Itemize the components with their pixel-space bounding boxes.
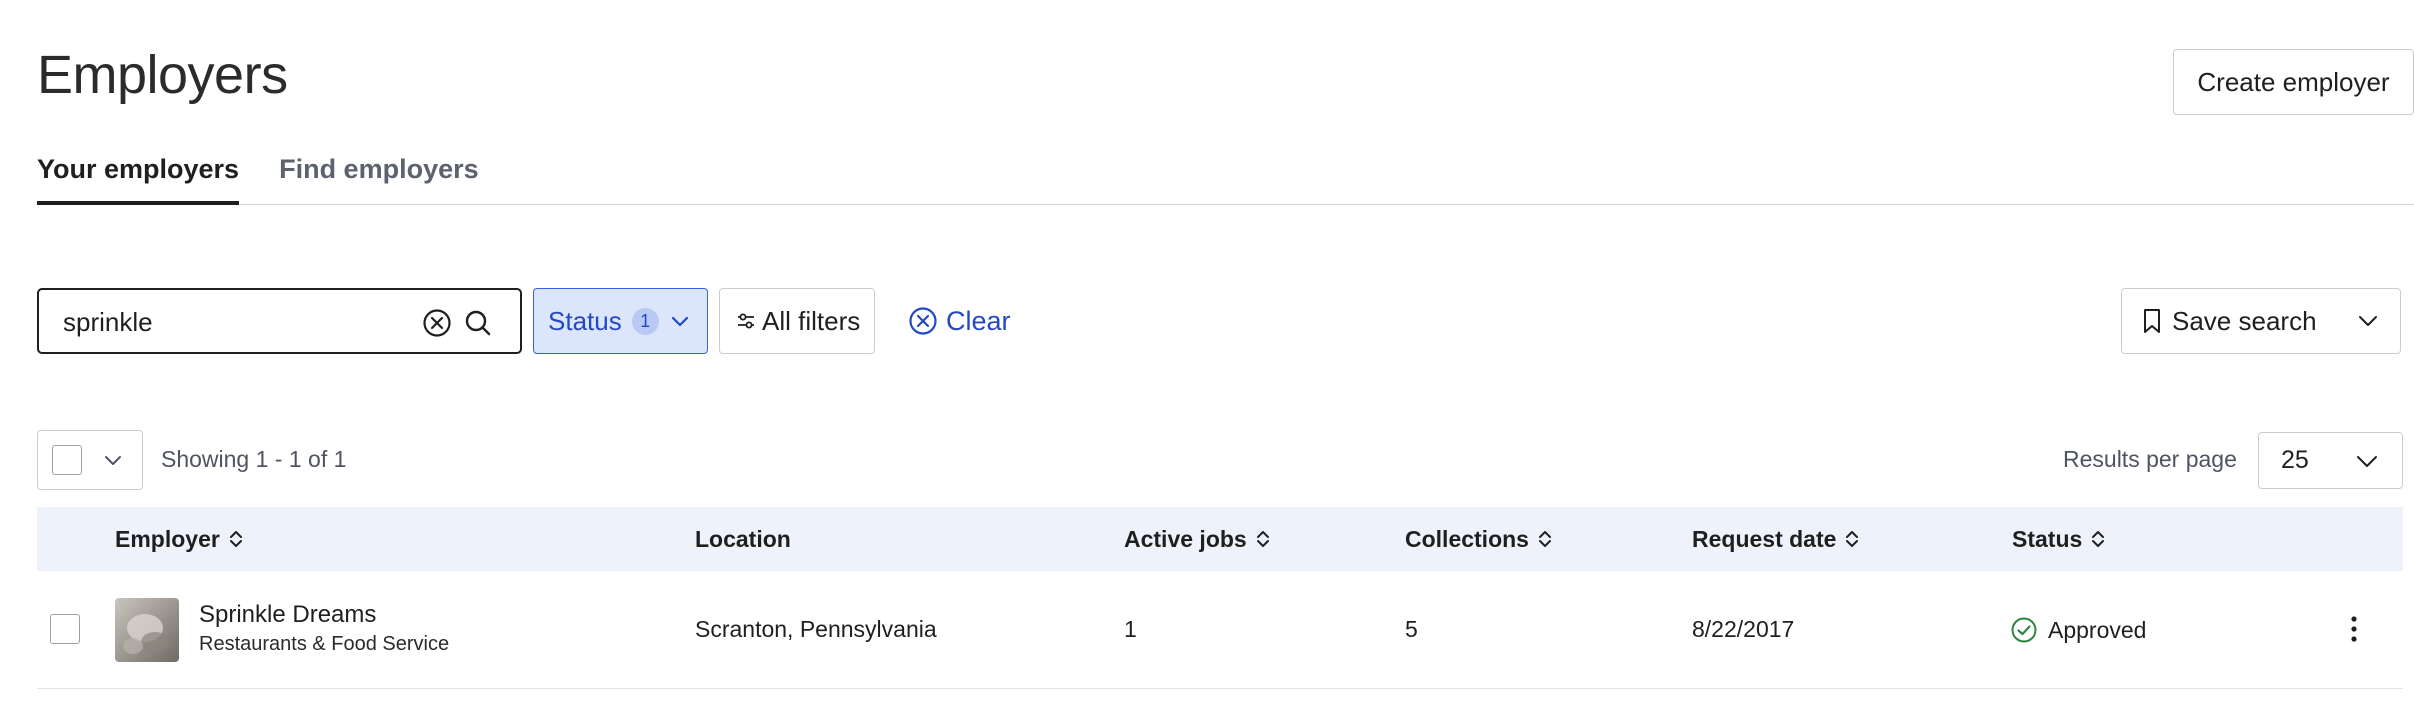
- select-all-dropdown[interactable]: [37, 430, 143, 490]
- clear-filters-link[interactable]: Clear: [908, 300, 1011, 342]
- results-per-page-label: Results per page: [2063, 446, 2237, 472]
- sort-icon: [1538, 531, 1551, 547]
- status-filter-button[interactable]: Status 1: [533, 288, 708, 354]
- employer-location: Scranton, Pennsylvania: [695, 616, 937, 642]
- employer-industry: Restaurants & Food Service: [199, 633, 450, 655]
- clear-label: Clear: [946, 305, 1011, 336]
- results-per-page-select[interactable]: 25: [2258, 432, 2403, 489]
- chevron-down-icon: [105, 456, 121, 465]
- sliders-icon: [738, 313, 754, 329]
- chevron-down-icon: [671, 316, 688, 327]
- circle-x-icon: [909, 307, 937, 335]
- collections-count: 5: [1405, 616, 1418, 642]
- table-header: Employer Location Active jobs Collection…: [37, 507, 2403, 571]
- sort-icon: [2092, 531, 2105, 547]
- select-all-checkbox[interactable]: [52, 445, 82, 475]
- chevron-down-icon: [2359, 316, 2377, 326]
- column-label: Collections: [1405, 525, 1529, 552]
- all-filters-label: All filters: [762, 305, 861, 336]
- tab-your-employers[interactable]: Your employers: [37, 148, 240, 205]
- sort-icon: [1846, 531, 1859, 547]
- all-filters-button[interactable]: All filters: [719, 288, 875, 354]
- bookmark-icon: [2144, 309, 2160, 333]
- request-date: 8/22/2017: [1692, 616, 1795, 642]
- status-badge: Approved: [2010, 616, 2146, 644]
- column-label: Request date: [1692, 525, 1837, 552]
- save-search-dropdown[interactable]: [2336, 288, 2401, 354]
- column-header-location: Location: [695, 507, 791, 571]
- row-actions-button[interactable]: [2344, 611, 2364, 647]
- row-checkbox[interactable]: [50, 614, 80, 644]
- search-box: [37, 288, 522, 354]
- column-label: Employer: [115, 525, 220, 552]
- create-employer-button[interactable]: Create employer: [2173, 49, 2414, 115]
- tab-find-employers[interactable]: Find employers: [279, 148, 479, 205]
- search-input[interactable]: [63, 304, 423, 340]
- sort-icon: [1256, 531, 1269, 547]
- employer-name[interactable]: Sprinkle Dreams: [199, 601, 376, 629]
- column-header-employer[interactable]: Employer: [115, 507, 244, 571]
- results-per-page-value: 25: [2281, 446, 2309, 474]
- results-count: Showing 1 - 1 of 1: [161, 446, 347, 472]
- employer-logo: [115, 598, 179, 662]
- status-filter-count: 1: [631, 307, 659, 335]
- column-label: Location: [695, 525, 791, 552]
- status-label: Approved: [2048, 616, 2147, 643]
- column-header-active-jobs[interactable]: Active jobs: [1124, 507, 1271, 571]
- column-header-collections[interactable]: Collections: [1405, 507, 1553, 571]
- column-header-request-date[interactable]: Request date: [1692, 507, 1860, 571]
- sort-icon: [229, 531, 242, 547]
- save-search-button[interactable]: Save search: [2121, 288, 2338, 354]
- tab-bar: Your employers Find employers: [37, 148, 2414, 205]
- table-row[interactable]: Sprinkle Dreams Restaurants & Food Servi…: [37, 571, 2403, 689]
- active-jobs-count: 1: [1124, 616, 1137, 642]
- column-label: Active jobs: [1124, 525, 1247, 552]
- circle-x-icon[interactable]: [422, 308, 452, 338]
- save-search-label: Save search: [2172, 305, 2317, 336]
- page-title: Employers: [37, 45, 288, 105]
- chevron-down-icon: [2357, 455, 2377, 467]
- search-icon[interactable]: [463, 308, 493, 338]
- column-header-status[interactable]: Status: [2012, 507, 2106, 571]
- column-label: Status: [2012, 525, 2083, 552]
- kebab-icon: [2351, 616, 2357, 642]
- check-circle-icon: [2011, 617, 2037, 643]
- status-filter-label: Status: [548, 305, 622, 336]
